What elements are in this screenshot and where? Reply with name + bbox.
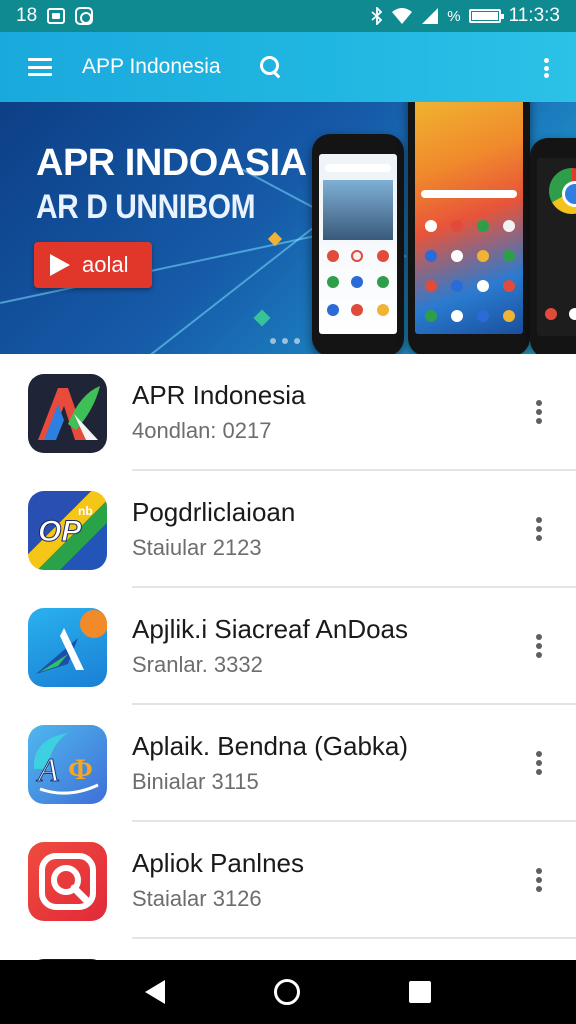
list-item[interactable]: OP nb Pogdrliclaioan Staiular 2123 (0, 471, 576, 588)
battery-percent: % (447, 7, 461, 25)
app-title: Aplaik. Bendna (Gabka) (132, 731, 409, 761)
status-right: % 11:3:3 (371, 5, 560, 27)
app-subtitle: Staiular 2123 (132, 535, 262, 560)
svg-text:Φ: Φ (68, 753, 93, 786)
row-overflow-menu-icon[interactable] (536, 634, 542, 658)
search-icon[interactable] (259, 55, 283, 79)
status-number: 18 (16, 5, 38, 26)
gallery-notification-icon (47, 8, 66, 24)
list-item[interactable]: APR Indonesia 4ondlan: 0217 (0, 354, 576, 471)
back-icon[interactable] (144, 980, 165, 1004)
cell-signal-icon (422, 8, 439, 24)
svg-text:nb: nb (78, 504, 93, 518)
svg-text:OP: OP (38, 515, 82, 548)
row-overflow-menu-icon[interactable] (536, 517, 542, 541)
app-title: Apjlik.i Siacreaf AnDoas (132, 614, 409, 644)
app-toolbar: APP Indonesia (0, 32, 576, 102)
app-subtitle: 4ondlan: 0217 (132, 418, 272, 443)
banner-subheadline: AR D UNNIBOM (36, 188, 256, 226)
status-time: 11:3:3 (508, 5, 560, 26)
hamburger-menu-icon[interactable] (28, 58, 52, 76)
status-left: 18 (16, 5, 94, 27)
app-title: Apliok Panlnes (132, 848, 304, 878)
play-icon (50, 254, 70, 276)
row-overflow-menu-icon[interactable] (536, 400, 542, 424)
banner-page-indicator (270, 338, 300, 344)
app-subtitle: Binialar 3115 (132, 769, 259, 794)
phone-illustration (530, 138, 576, 354)
banner-cta-label: aolal (82, 252, 129, 277)
svg-text:A: A (36, 752, 59, 789)
row-overflow-menu-icon[interactable] (536, 868, 542, 892)
phone-illustration (312, 134, 404, 354)
app-list: APR Indonesia 4ondlan: 0217 OP nb Pogdrl… (0, 354, 576, 960)
recent-apps-icon[interactable] (409, 981, 432, 1003)
system-navigation-bar (0, 960, 576, 1024)
banner-play-button[interactable]: aolal (34, 242, 152, 288)
overflow-menu-icon[interactable] (544, 58, 550, 78)
banner-headline: APR INDOASIA (36, 142, 307, 184)
search-camera-logo-icon (28, 842, 107, 921)
toolbar-title: APP Indonesia (82, 55, 221, 78)
acp-logo-icon: A Φ (28, 725, 107, 804)
app-subtitle: Sranlar. 3332 (132, 652, 263, 677)
app-subtitle: Staialar 3126 (132, 886, 262, 911)
list-item[interactable]: Apjlik.i Siacreaf AnDoas Sranlar. 3332 (0, 588, 576, 705)
status-bar: 18 % 11:3:3 (0, 0, 576, 32)
chrome-logo-icon (549, 168, 576, 214)
wifi-icon (392, 8, 413, 24)
row-overflow-menu-icon[interactable] (536, 751, 542, 775)
list-item[interactable] (0, 939, 576, 960)
home-icon[interactable] (273, 979, 300, 1005)
list-item[interactable]: A Φ Aplaik. Bendna (Gabka) Binialar 3115 (0, 705, 576, 822)
diamond-decor-icon (253, 309, 271, 327)
phone-illustration (408, 102, 530, 354)
app-title: APR Indonesia (132, 380, 306, 410)
bluetooth-icon (371, 7, 383, 25)
list-item[interactable]: Apliok Panlnes Staialar 3126 (0, 822, 576, 939)
pogd-logo-icon: OP nb (28, 491, 107, 570)
app-title: Pogdrliclaioan (132, 497, 296, 527)
app-notification-icon (75, 7, 94, 25)
apr-indonesia-logo-icon (28, 374, 107, 453)
promo-banner[interactable]: APR INDOASIA AR D UNNIBOM aolal (0, 102, 576, 354)
arrow-logo-icon (28, 608, 107, 687)
battery-icon (468, 9, 504, 23)
